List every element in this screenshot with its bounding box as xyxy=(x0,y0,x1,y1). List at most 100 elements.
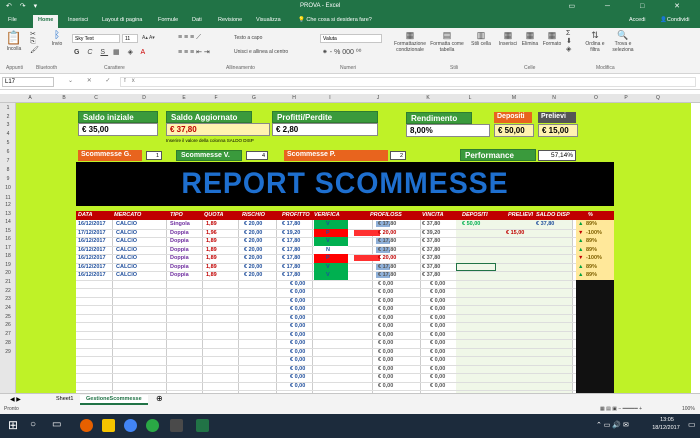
table-row[interactable]: € 0,00 € 0,00 € 0,00 xyxy=(76,314,614,323)
align-top-icons[interactable]: ≡ ≡ ≡ ⟋ xyxy=(178,34,201,42)
saldo-aggiornato-value[interactable]: € 37,80 xyxy=(166,123,270,136)
row-header[interactable]: 14 xyxy=(0,219,16,225)
font-size-select[interactable]: 11 xyxy=(122,34,138,43)
search-icon[interactable]: ○ xyxy=(30,419,36,430)
table-row[interactable]: € 0,00 € 0,00 € 0,00 xyxy=(76,339,614,348)
tab-review[interactable]: Revisione xyxy=(218,17,242,23)
col-header[interactable]: M xyxy=(506,95,522,101)
row-header[interactable]: 21 xyxy=(0,279,16,285)
saldo-iniziale-value[interactable]: € 35,00 xyxy=(78,123,158,136)
share-button[interactable]: 👤Condividi xyxy=(660,17,689,23)
verifica-cell[interactable] xyxy=(314,220,348,229)
selected-cell[interactable] xyxy=(456,262,496,271)
tray-icons[interactable]: ⌃ ▭ 🔊 ✉ xyxy=(596,421,629,429)
app-icon[interactable] xyxy=(146,419,159,432)
scommesse-p-value[interactable]: 2 xyxy=(390,151,406,160)
table-row[interactable]: € 0,00 € 0,00 € 0,00 xyxy=(76,331,614,340)
row-header[interactable]: 4 xyxy=(0,131,16,137)
cell-styles-button[interactable]: ▥ Stili cella xyxy=(470,30,492,47)
row-header[interactable]: 25 xyxy=(0,314,16,320)
tab-home[interactable]: Home xyxy=(33,15,59,28)
col-header[interactable]: C xyxy=(88,95,104,101)
row-header[interactable]: 2 xyxy=(0,114,16,120)
col-header[interactable]: L xyxy=(462,95,478,101)
row-header[interactable]: 23 xyxy=(0,296,16,302)
delete-cells-button[interactable]: ▦ Elimina xyxy=(520,30,540,47)
depositi-value[interactable]: € 50,00 xyxy=(494,124,534,137)
row-header[interactable]: 7 xyxy=(0,158,16,164)
sheet-tab-gestione[interactable]: GestioneScommesse xyxy=(80,395,148,405)
sign-in-link[interactable]: Accedi xyxy=(629,17,646,23)
windows-start-icon[interactable]: ⊞ xyxy=(8,418,18,432)
row-header[interactable]: 18 xyxy=(0,253,16,259)
table-row[interactable]: 17/12/2017 CALCIO Doppia 1,96 € 20,00 € 19,20… xyxy=(76,228,614,237)
add-sheet-icon[interactable]: ⊕ xyxy=(150,393,169,403)
bluetooth-button[interactable]: ᛒ Invio xyxy=(48,30,66,47)
view-buttons[interactable]: ▦ ▤ ▣ − ━━━━━ + xyxy=(600,406,642,412)
row-header[interactable]: 8 xyxy=(0,167,16,173)
tab-page-layout[interactable]: Layout di pagina xyxy=(102,17,142,23)
row-header[interactable]: 11 xyxy=(0,195,16,201)
quick-access-toolbar[interactable]: ↶ ↷ ▾ xyxy=(6,2,40,10)
tab-file[interactable]: File xyxy=(8,17,17,23)
tab-formulas[interactable]: Formule xyxy=(158,17,178,23)
col-header[interactable]: K xyxy=(420,95,436,101)
col-header[interactable]: J xyxy=(370,95,386,101)
table-row[interactable]: € 0,00 € 0,00 € 0,00 xyxy=(76,356,614,365)
table-row[interactable]: € 0,00 € 0,00 € 0,00 xyxy=(76,297,614,306)
wrap-text-button[interactable]: Testo a capo xyxy=(234,35,262,41)
col-header[interactable]: I xyxy=(322,95,338,101)
col-header[interactable]: F xyxy=(208,95,224,101)
verifica-cell[interactable] xyxy=(314,262,348,271)
col-header[interactable]: B xyxy=(56,95,72,101)
profitti-perdite-value[interactable]: € 2,80 xyxy=(272,123,378,136)
row-header[interactable]: 10 xyxy=(0,185,16,191)
file-explorer-icon[interactable] xyxy=(102,419,115,432)
task-view-icon[interactable]: ▭ xyxy=(52,419,61,430)
chrome-icon[interactable] xyxy=(124,419,137,432)
table-row[interactable]: € 0,00 € 0,00 € 0,00 xyxy=(76,382,614,391)
col-header[interactable]: N xyxy=(546,95,562,101)
col-header[interactable]: P xyxy=(618,95,634,101)
row-header[interactable]: 29 xyxy=(0,349,16,355)
col-header[interactable]: A xyxy=(22,95,38,101)
row-header[interactable]: 3 xyxy=(0,122,16,128)
font-style-icons[interactable]: G C S ▦ ◈ A xyxy=(74,48,148,56)
notifications-icon[interactable]: ▭ xyxy=(688,420,696,429)
app-icon[interactable] xyxy=(170,419,183,432)
table-row[interactable]: € 0,00 € 0,00 € 0,00 xyxy=(76,305,614,314)
sort-filter-button[interactable]: ⇅ Ordina e filtra xyxy=(584,30,606,53)
formula-input[interactable] xyxy=(120,77,696,87)
performance-value[interactable]: 57,14% xyxy=(538,150,576,161)
rendimento-value[interactable]: 8,00% xyxy=(406,124,490,137)
zoom-level[interactable]: 100% xyxy=(682,406,695,412)
verifica-cell[interactable] xyxy=(314,245,348,254)
number-format-icons[interactable]: ⁕ - % 000 ⁰⁰ xyxy=(322,48,362,56)
verifica-cell[interactable] xyxy=(314,237,348,246)
table-row[interactable]: € 0,00 € 0,00 € 0,00 xyxy=(76,365,614,374)
table-row[interactable]: 16/12/2017 CALCIO Singola 1,89 € 20,00 € 17,8… xyxy=(76,220,614,229)
excel-icon[interactable] xyxy=(196,419,209,432)
row-header[interactable]: 27 xyxy=(0,331,16,337)
row-header[interactable]: 9 xyxy=(0,176,16,182)
insert-cells-button[interactable]: ▦ Inserisci xyxy=(498,30,518,47)
row-header[interactable]: 20 xyxy=(0,270,16,276)
table-row[interactable]: 16/12/2017 CALCIO Doppia 1,89 € 20,00 € 17,80… xyxy=(76,254,614,263)
row-header[interactable]: 13 xyxy=(0,211,16,217)
row-header[interactable]: 28 xyxy=(0,340,16,346)
col-header[interactable]: H xyxy=(286,95,302,101)
row-header[interactable]: 5 xyxy=(0,140,16,146)
clock-time[interactable]: 13:05 xyxy=(652,417,682,423)
row-header[interactable]: 16 xyxy=(0,236,16,242)
table-row[interactable]: € 0,00 € 0,00 € 0,00 xyxy=(76,373,614,382)
autosum-icons[interactable]: Σ ⬇ ◈ xyxy=(566,30,572,53)
row-header[interactable]: 15 xyxy=(0,228,16,234)
col-header[interactable]: E xyxy=(176,95,192,101)
row-header[interactable]: 26 xyxy=(0,322,16,328)
find-select-button[interactable]: 🔍 Trova e seleziona xyxy=(610,30,636,53)
row-header[interactable]: 6 xyxy=(0,149,16,155)
format-table-button[interactable]: ▤ Formatta come tabella xyxy=(430,30,464,53)
firefox-icon[interactable] xyxy=(80,419,93,432)
table-row[interactable]: € 0,00 € 0,00 € 0,00 xyxy=(76,288,614,297)
verifica-cell[interactable] xyxy=(314,254,348,263)
